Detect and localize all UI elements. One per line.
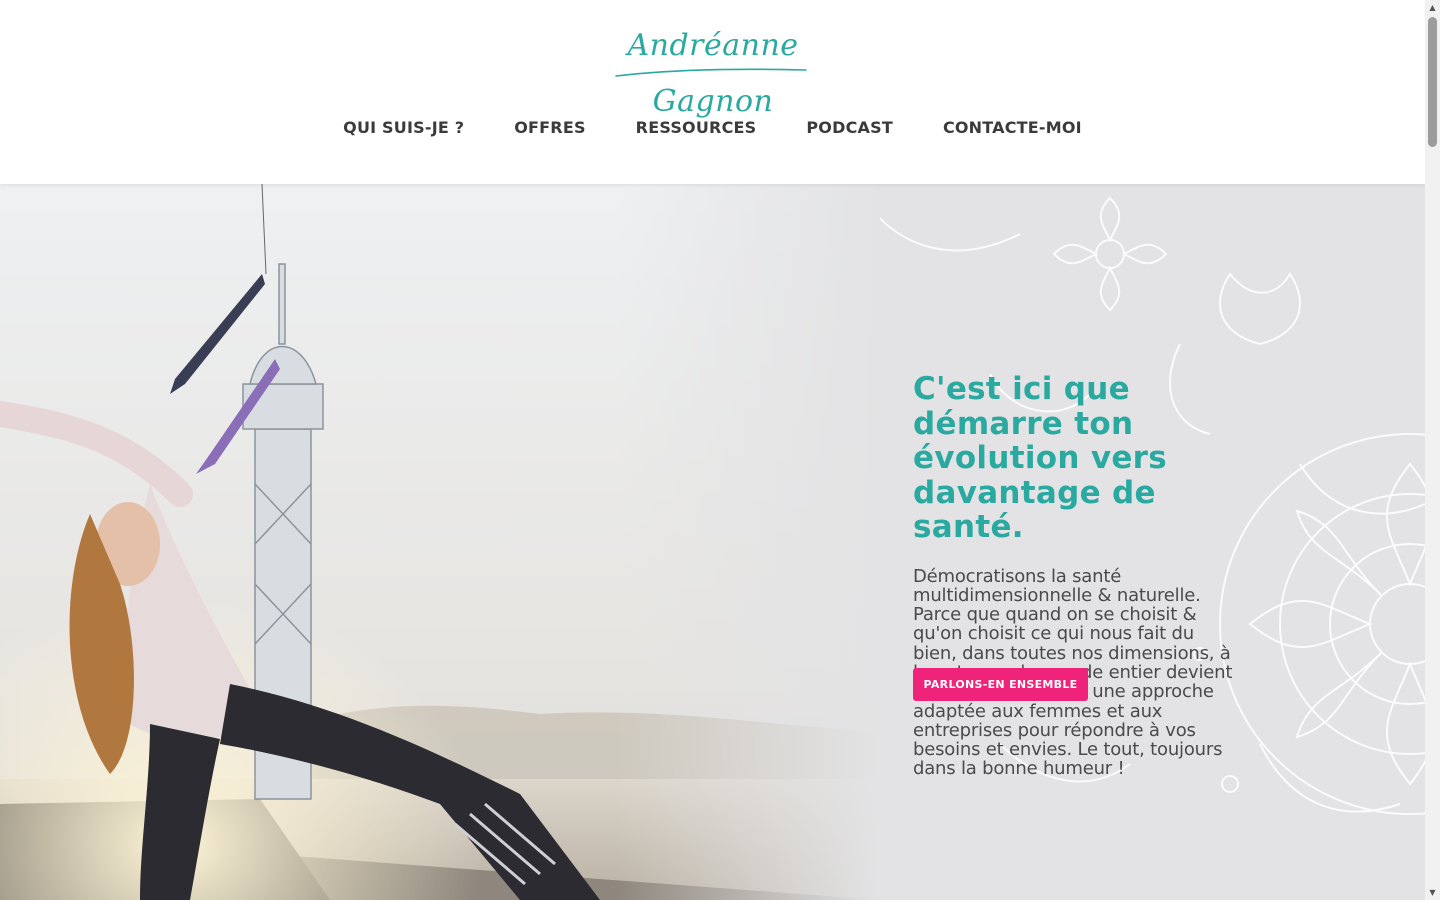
scrollbar-thumb[interactable] — [1428, 17, 1437, 147]
main-nav: QUI SUIS-JE ? OFFRES RESSOURCES PODCAST … — [0, 116, 1425, 142]
hero-section: C'est ici que démarre ton évolution vers… — [0, 184, 1425, 900]
nav-item-contacte-moi[interactable]: CONTACTE-MOI — [943, 116, 1082, 142]
page-scrollbar[interactable]: ▲ ▼ — [1425, 0, 1440, 900]
site-logo[interactable]: Andréanne Gagnon — [606, 18, 820, 119]
nav-item-ressources[interactable]: RESSOURCES — [636, 116, 757, 142]
cta-button[interactable]: PARLONS-EN ENSEMBLE — [913, 668, 1088, 701]
hero-photo — [0, 184, 880, 900]
scroll-up-icon[interactable]: ▲ — [1425, 0, 1440, 15]
hero-content: C'est ici que démarre ton évolution vers… — [913, 372, 1233, 779]
scroll-down-icon[interactable]: ▼ — [1425, 885, 1440, 900]
nav-item-qui-suis-je[interactable]: QUI SUIS-JE ? — [343, 116, 464, 142]
site-header: Andréanne Gagnon QUI SUIS-JE ? OFFRES RE… — [0, 0, 1425, 184]
logo-text: Andréanne Gagnon — [627, 28, 799, 119]
nav-item-podcast[interactable]: PODCAST — [806, 116, 893, 142]
nav-item-offres[interactable]: OFFRES — [514, 116, 585, 142]
hero-title: C'est ici que démarre ton évolution vers… — [913, 371, 1168, 545]
